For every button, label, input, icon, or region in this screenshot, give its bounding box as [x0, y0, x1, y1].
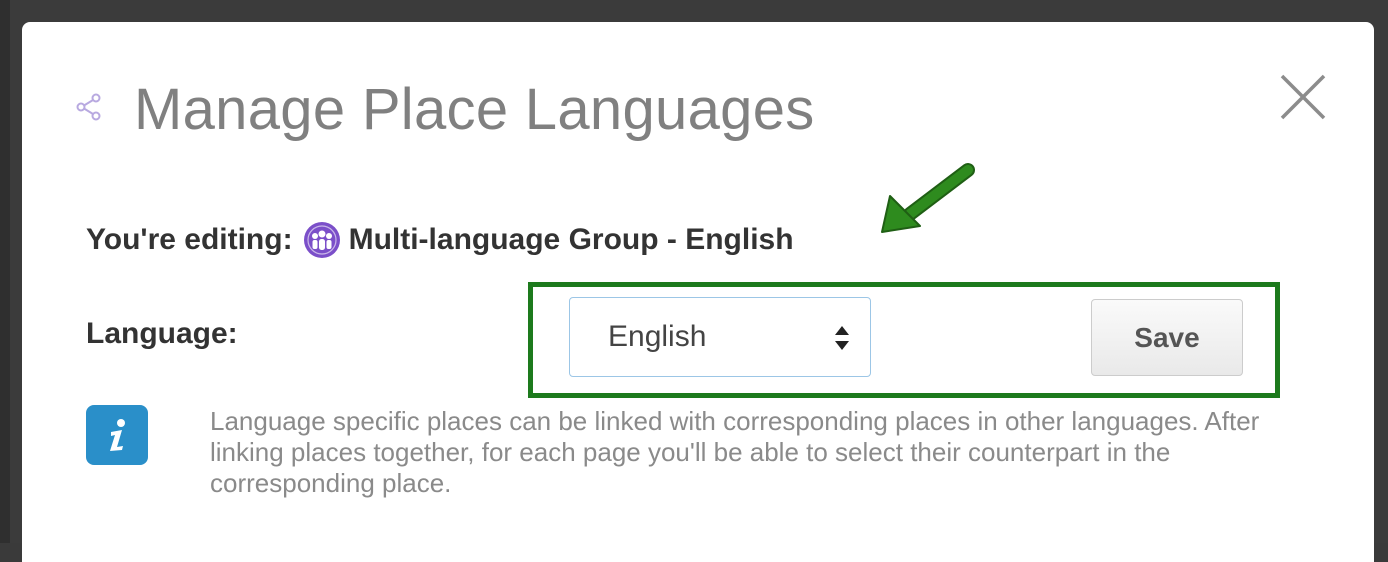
backdrop-edge: [0, 0, 10, 543]
manage-languages-dialog: Manage Place Languages You're editing: M…: [22, 22, 1374, 562]
language-select[interactable]: English: [569, 297, 871, 377]
group-icon: [303, 222, 340, 258]
language-select-value: English: [608, 320, 707, 353]
select-caret-icon: [835, 326, 849, 350]
close-icon[interactable]: [1278, 72, 1328, 122]
editing-info: You're editing: Multi-language Group - E…: [86, 220, 794, 260]
share-icon: [76, 93, 101, 121]
save-button[interactable]: Save: [1091, 299, 1243, 376]
language-label: Language:: [86, 317, 238, 350]
dialog-title: Manage Place Languages: [134, 77, 815, 142]
arrow-icon: [881, 163, 975, 233]
info-text: Language specific places can be linked w…: [210, 406, 1260, 498]
place-name: Multi-language Group - English: [348, 223, 794, 256]
info-icon: [86, 405, 148, 465]
editing-prefix: You're editing:: [86, 223, 293, 256]
